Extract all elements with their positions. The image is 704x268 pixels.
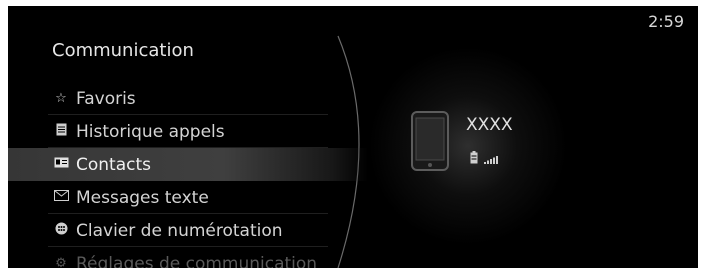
menu-item-contacts[interactable]: Contacts <box>8 148 368 181</box>
communication-menu: ☆ Favoris Historique appels Contacts Mes… <box>8 82 368 268</box>
clock: 2:59 <box>648 12 684 31</box>
menu-item-favoris[interactable]: ☆ Favoris <box>8 82 368 115</box>
envelope-icon <box>52 190 70 205</box>
call-history-icon <box>52 123 70 140</box>
dial-pad-icon <box>52 222 70 239</box>
menu-item-label: Réglages de communication <box>76 253 318 268</box>
gear-icon: ⚙ <box>55 256 67 268</box>
infotainment-screen: 2:59 Communication ☆ Favoris Historique … <box>8 6 698 268</box>
menu-item-historique-appels[interactable]: Historique appels <box>8 115 368 148</box>
menu-item-label: Contacts <box>76 154 151 175</box>
device-name: XXXX <box>466 115 513 135</box>
menu-item-reglages[interactable]: ⚙ Réglages de communication <box>8 247 368 268</box>
device-status <box>470 148 498 164</box>
contacts-icon <box>52 157 70 172</box>
menu-item-label: Historique appels <box>76 121 225 142</box>
menu-item-label: Clavier de numérotation <box>76 220 283 241</box>
battery-icon <box>470 151 478 164</box>
star-icon: ☆ <box>55 91 67 106</box>
menu-item-clavier[interactable]: Clavier de numérotation <box>8 214 368 247</box>
page-title: Communication <box>52 40 194 61</box>
menu-item-label: Messages texte <box>76 187 209 208</box>
signal-icon <box>484 156 498 164</box>
menu-item-label: Favoris <box>76 88 136 109</box>
menu-item-messages-texte[interactable]: Messages texte <box>8 181 368 214</box>
smartphone-icon <box>411 111 449 171</box>
